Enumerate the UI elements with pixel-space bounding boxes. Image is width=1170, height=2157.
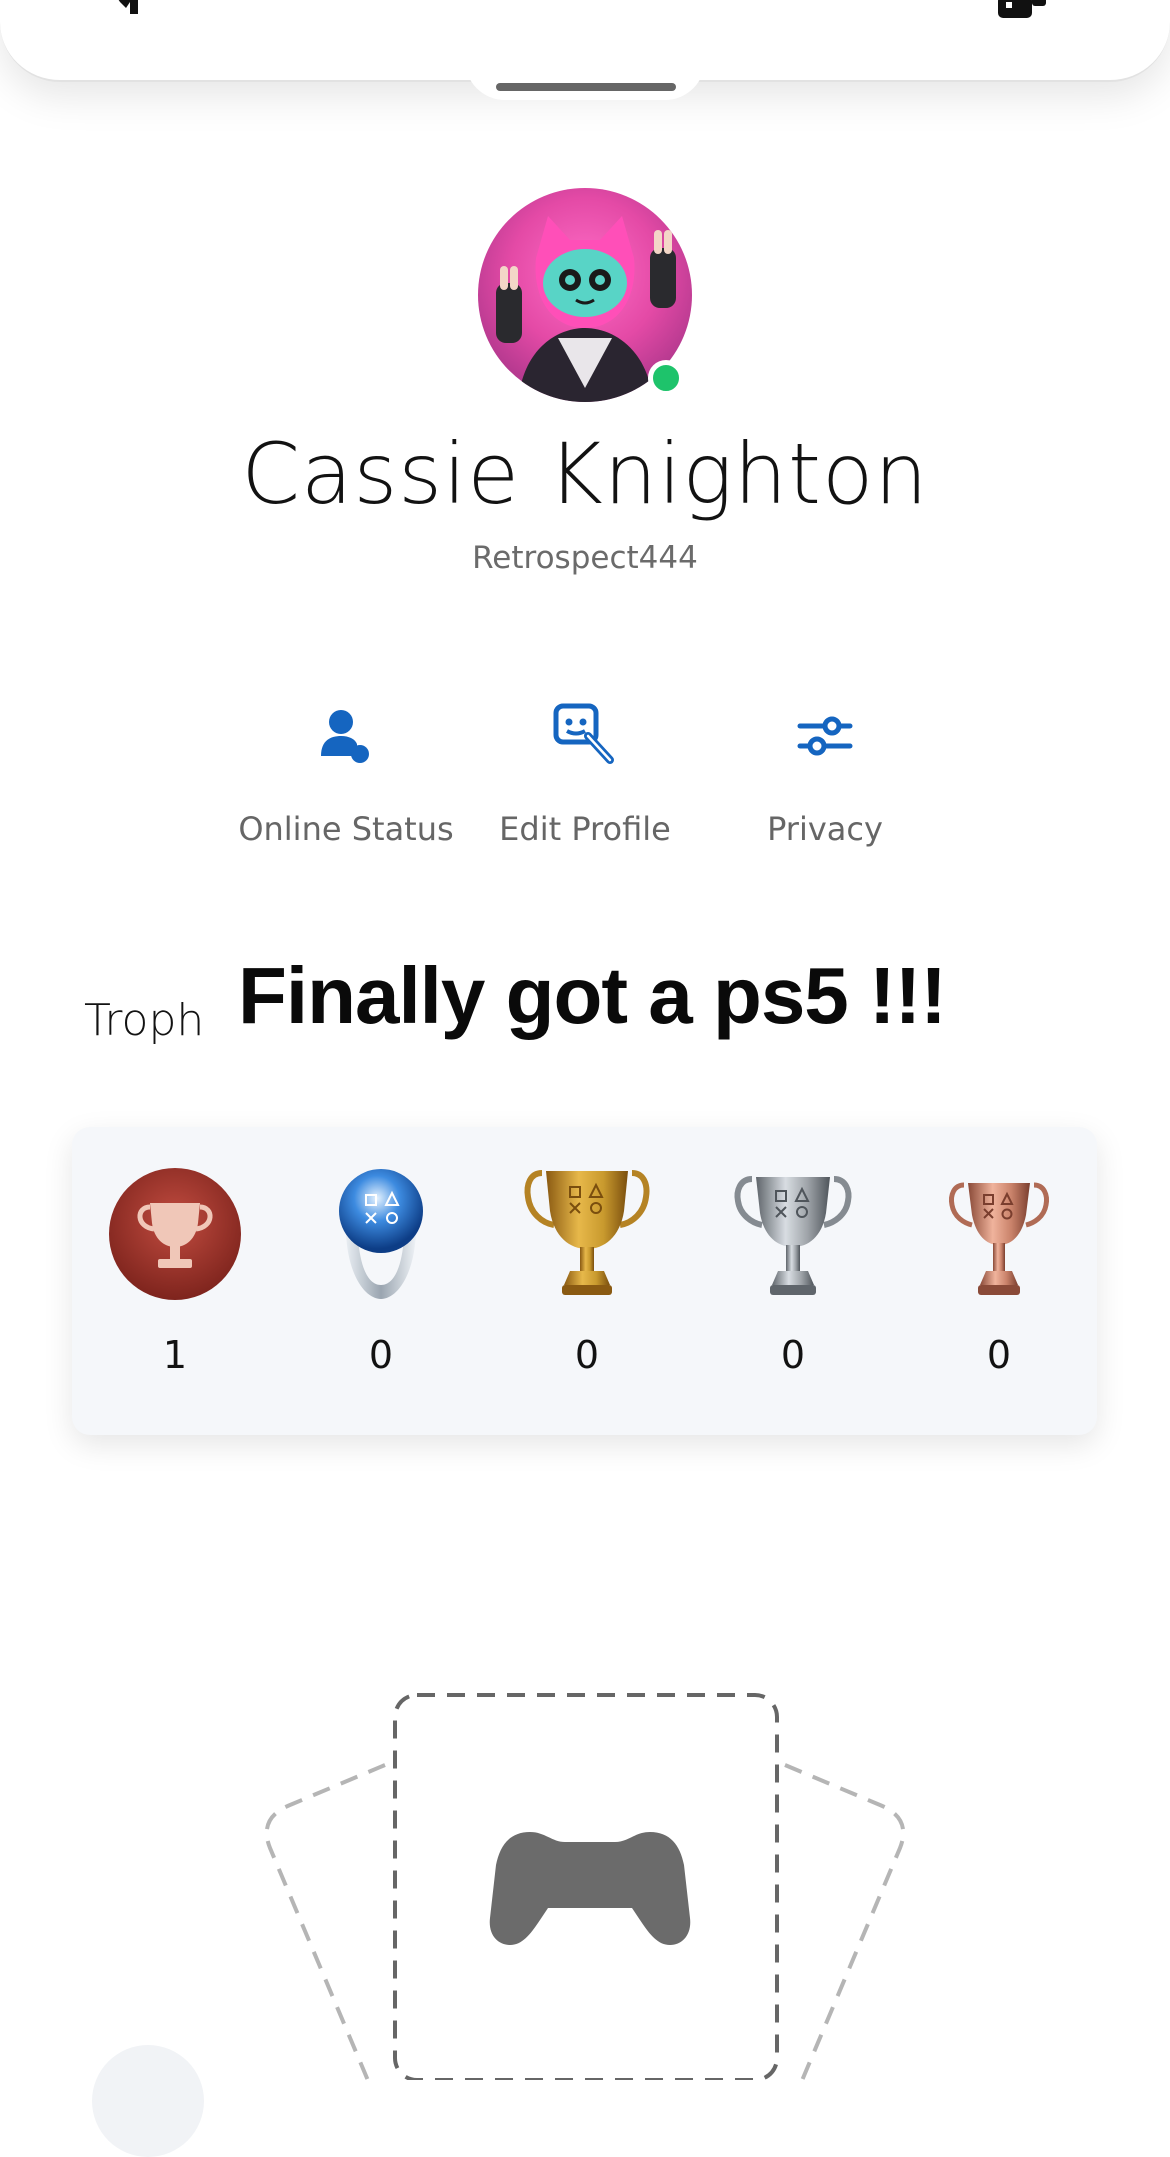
platinum-count: 0 (368, 1333, 394, 1377)
top-sheet (0, 0, 1170, 100)
drag-handle[interactable] (496, 83, 676, 91)
trophy-summary-card[interactable]: 1 0 0 0 0 (72, 1127, 1097, 1435)
games-empty-state[interactable] (0, 1680, 1170, 2080)
privacy-label: Privacy (767, 810, 883, 848)
trophy-level-icon (109, 1168, 241, 1300)
trophy-level-count: 1 (162, 1333, 188, 1377)
profile-card-icon[interactable] (996, 0, 1052, 22)
sliders-icon (797, 716, 853, 756)
profile-display-name: Cassie Knighton (241, 425, 929, 523)
trophy-level: 1 (100, 1167, 250, 1377)
trophy-platinum: 0 (306, 1167, 456, 1377)
bronze-trophy-icon (949, 1182, 1049, 1295)
bronze-count: 0 (986, 1333, 1012, 1377)
edit-profile-button[interactable]: Edit Profile (465, 700, 705, 848)
right-placeholder-card (784, 1763, 906, 2080)
platinum-trophy-icon (339, 1169, 423, 1299)
back-arrow-icon[interactable] (112, 0, 156, 16)
silver-count: 0 (780, 1333, 806, 1377)
trophies-section-title: Troph (84, 995, 205, 1046)
trophy-bronze: 0 (924, 1167, 1074, 1377)
online-status-button[interactable]: Online Status (226, 700, 466, 848)
gold-trophy-icon (524, 1170, 650, 1295)
trophy-gold: 0 (512, 1167, 662, 1377)
online-status-label: Online Status (238, 810, 454, 848)
trophy-silver: 0 (718, 1167, 868, 1377)
caption-overlay: Finally got a ps5 !!! (238, 951, 947, 1040)
online-status-icon (321, 710, 369, 763)
gold-count: 0 (574, 1333, 600, 1377)
left-placeholder-card (264, 1763, 386, 2080)
floating-action-button[interactable] (92, 2045, 204, 2157)
privacy-button[interactable]: Privacy (705, 700, 945, 848)
silver-trophy-icon (734, 1176, 852, 1295)
profile-online-id: Retrospect444 (472, 540, 698, 576)
edit-profile-label: Edit Profile (499, 810, 671, 848)
online-status-indicator (648, 360, 684, 396)
edit-profile-icon (553, 703, 614, 764)
sheet-tab (465, 60, 705, 100)
